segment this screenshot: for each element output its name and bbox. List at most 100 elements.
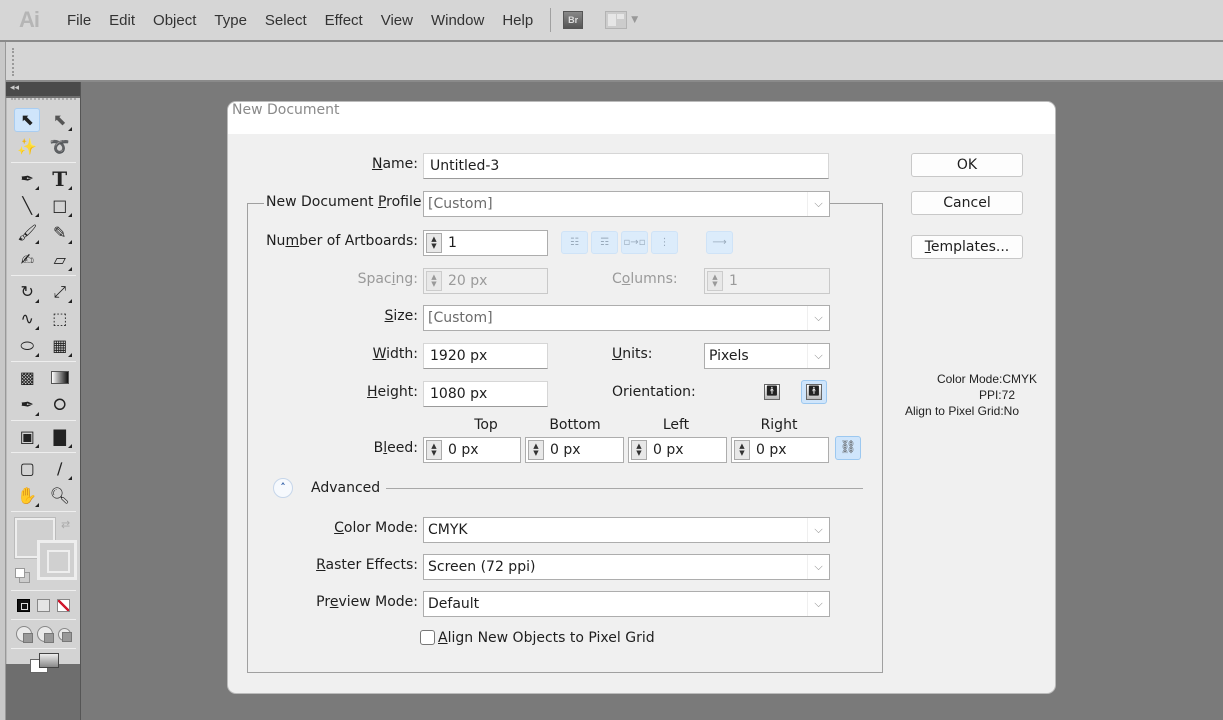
menu-type[interactable]: Type (205, 12, 256, 29)
menu-file[interactable]: File (58, 12, 100, 29)
gradient-tool[interactable] (47, 366, 73, 390)
landscape-button[interactable]: 🚹︎ (801, 380, 827, 404)
stepper-arrows-icon[interactable]: ▲ ▼ (528, 440, 544, 460)
tools-collapse-button[interactable]: ◂◂ (6, 82, 80, 96)
default-fill-stroke-icon[interactable] (15, 568, 30, 583)
bleed-bottom-stepper[interactable]: ▲ ▼ 0 px (525, 437, 624, 463)
menu-help[interactable]: Help (493, 12, 542, 29)
mesh-tool[interactable]: ▩ (14, 366, 40, 390)
symbol-sprayer-tool[interactable]: ▣ (14, 425, 40, 449)
rectangle-icon: □ (52, 196, 68, 215)
name-input[interactable]: Untitled-3 (423, 153, 829, 179)
bleed-left-stepper[interactable]: ▲ ▼ 0 px (628, 437, 727, 463)
rotate-tool[interactable]: ↻ (14, 280, 40, 304)
menu-window[interactable]: Window (422, 12, 493, 29)
bleed-right-label: Right (760, 417, 798, 433)
bleed-top-stepper[interactable]: ▲ ▼ 0 px (423, 437, 521, 463)
draw-inside-icon[interactable] (58, 627, 73, 642)
perspective-grid-tool[interactable]: ▦ (47, 334, 73, 358)
direct-selection-icon: ⬉ (53, 110, 67, 129)
arrange-by-column-icon[interactable]: ⋮ (651, 231, 678, 254)
blend-tool[interactable]: ⭘ (47, 393, 73, 417)
symbol-sprayer-icon: ▣ (19, 427, 35, 446)
grid-by-column-icon[interactable]: ☶ (591, 231, 618, 254)
color-mode-select[interactable]: CMYK ⌵ (423, 517, 830, 543)
screen-mode-icon[interactable] (29, 653, 59, 673)
bleed-right-stepper[interactable]: ▲ ▼ 0 px (731, 437, 829, 463)
warp-tool[interactable]: ∿ (14, 307, 40, 331)
bridge-button[interactable]: Br (563, 11, 584, 29)
menu-select[interactable]: Select (256, 12, 316, 29)
stepper-arrows-icon[interactable]: ▲ ▼ (426, 440, 442, 460)
arrange-by-row-icon[interactable]: ▫→▫ (621, 231, 648, 254)
gradient-mode-icon[interactable] (36, 598, 50, 612)
pencil-tool[interactable]: ✎ (47, 221, 73, 245)
draw-behind-icon[interactable] (36, 626, 54, 643)
raster-effects-select[interactable]: Screen (72 ppi) ⌵ (423, 554, 830, 580)
paintbrush-tool[interactable]: 🖌 (14, 221, 40, 245)
stepper-arrows-icon[interactable]: ▲ ▼ (631, 440, 647, 460)
artboards-stepper[interactable]: ▲ ▼ 1 (423, 230, 548, 256)
type-tool[interactable]: T (47, 167, 73, 191)
spacing-stepper[interactable]: ▲ ▼ 20 px (423, 268, 548, 294)
link-bleed-button[interactable]: ⛓︎ (835, 436, 861, 460)
artboard-icon: ▢ (19, 459, 35, 478)
align-pixel-grid-checkbox[interactable] (420, 630, 435, 645)
bleed-bottom-label: Bottom (549, 417, 601, 433)
chevron-down-icon: ⌵ (807, 344, 829, 368)
tools-grip[interactable] (11, 98, 76, 106)
arrange-documents-button[interactable]: ▼ (605, 11, 638, 29)
left-to-right-layout-icon[interactable]: ⟶ (706, 231, 733, 254)
eyedropper-tool[interactable]: ✒ (14, 393, 40, 417)
blob-brush-tool[interactable]: ✍ (14, 248, 40, 272)
column-graph-tool[interactable]: ▇ (47, 425, 73, 449)
none-mode-icon[interactable] (57, 598, 71, 612)
eraser-tool[interactable]: ▱ (47, 248, 73, 272)
zoom-tool[interactable]: 🔍︎ (47, 484, 73, 508)
rectangle-tool[interactable]: □ (47, 194, 73, 218)
pen-tool[interactable]: ✒ (14, 167, 40, 191)
selection-tool[interactable]: ⬉ (14, 107, 41, 132)
units-select[interactable]: Pixels ⌵ (704, 343, 830, 369)
artboard-tool[interactable]: ▢ (14, 457, 40, 481)
preview-mode-select[interactable]: Default ⌵ (423, 591, 830, 617)
width-input[interactable]: 1920 px (423, 343, 548, 369)
lasso-tool[interactable]: ➰ (47, 135, 73, 159)
direct-selection-tool[interactable]: ⬉ (47, 108, 73, 132)
line-segment-tool[interactable]: ╲ (14, 194, 40, 218)
hand-tool[interactable]: ✋ (14, 484, 40, 508)
blend-icon: ⭘ (53, 394, 67, 414)
cancel-button[interactable]: Cancel (911, 191, 1023, 215)
control-bar-grip[interactable] (12, 48, 16, 76)
portrait-button[interactable]: 🚹︎ (761, 381, 783, 403)
free-transform-tool[interactable]: ⬚ (47, 307, 73, 331)
align-pixel-grid-label[interactable]: Align New Objects to Pixel Grid (438, 630, 655, 646)
new-document-dialog: New Document Name: Untitled-3 New Docume… (228, 102, 1055, 693)
scale-tool[interactable]: ⤢ (47, 280, 73, 304)
height-input[interactable]: 1080 px (423, 381, 548, 407)
fill-stroke-swatches: ⇄ (13, 516, 77, 586)
slice-tool[interactable]: ∕ (47, 457, 73, 481)
stepper-arrows-icon[interactable]: ▲ ▼ (734, 440, 750, 460)
templates-button[interactable]: Templates... (911, 235, 1023, 259)
stroke-swatch[interactable] (37, 540, 77, 580)
menu-object[interactable]: Object (144, 12, 205, 29)
shape-builder-tool[interactable]: ⬭ (14, 334, 40, 358)
advanced-toggle-button[interactable]: ˄ (273, 478, 293, 498)
swap-fill-stroke-icon[interactable]: ⇄ (61, 518, 70, 531)
eyedropper-icon: ✒ (20, 395, 34, 414)
profile-select[interactable]: [Custom] ⌵ (423, 191, 830, 217)
grid-by-row-icon[interactable]: ☷ (561, 231, 588, 254)
size-select[interactable]: [Custom] ⌵ (423, 305, 830, 331)
stepper-arrows-icon[interactable]: ▲ ▼ (426, 233, 442, 253)
magic-wand-icon: ✨ (17, 137, 38, 156)
draw-normal-icon[interactable] (15, 626, 33, 643)
columns-stepper[interactable]: ▲ ▼ 1 (704, 268, 830, 294)
menu-edit[interactable]: Edit (100, 12, 144, 29)
menu-view[interactable]: View (372, 12, 422, 29)
selection-arrow-icon: ⬉ (20, 110, 34, 129)
color-mode-icon[interactable] (16, 598, 30, 612)
ok-button[interactable]: OK (911, 153, 1023, 177)
menu-effect[interactable]: Effect (316, 12, 372, 29)
magic-wand-tool[interactable]: ✨ (14, 135, 40, 159)
